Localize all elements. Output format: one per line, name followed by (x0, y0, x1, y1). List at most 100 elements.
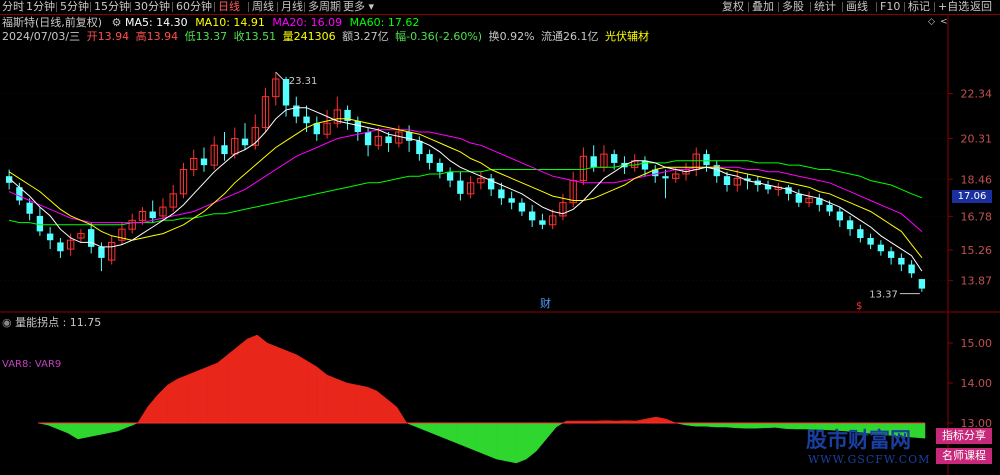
toolbar-button-0[interactable]: 复权 (722, 0, 744, 14)
candle-body[interactable] (590, 156, 597, 168)
chevron-left-icon[interactable]: < (940, 17, 948, 27)
candle-body[interactable] (703, 154, 710, 166)
candle-body[interactable] (611, 154, 618, 163)
toolbar-button-2[interactable]: 多股 (782, 0, 804, 14)
candle-body[interactable] (908, 264, 915, 274)
indicator-area (197, 366, 208, 424)
indicator-area (77, 422, 89, 440)
candle-body[interactable] (539, 220, 546, 225)
candle-body[interactable] (241, 138, 249, 146)
toolbar-separator (22, 2, 23, 12)
toolbar-button-8[interactable]: 返回 (970, 0, 992, 14)
toolbar-button-5[interactable]: F10 (880, 0, 900, 14)
toolbar-button-3[interactable]: 统计 (814, 0, 836, 14)
indicator-area (725, 422, 736, 429)
toolbar-separator (277, 2, 278, 12)
indicator-area (655, 416, 667, 424)
candle-body[interactable] (57, 242, 64, 252)
candle-body[interactable] (846, 220, 854, 230)
indicator-area (247, 334, 258, 424)
candle-body[interactable] (918, 279, 926, 289)
finance-event-marker[interactable]: 财 (540, 296, 551, 310)
candle-body[interactable] (446, 171, 454, 181)
candle-body[interactable] (416, 140, 423, 155)
indicator-area (645, 416, 657, 424)
candle-body[interactable] (877, 244, 885, 252)
candle-body[interactable] (436, 162, 444, 172)
toolbar-separator (90, 2, 91, 12)
indicator-area (506, 422, 517, 464)
candle-body[interactable] (87, 229, 95, 247)
candle-body[interactable] (457, 180, 464, 194)
toolbar-separator (934, 2, 935, 12)
period-tab-6[interactable]: 日线 (218, 0, 240, 14)
indicator-area (167, 378, 178, 424)
indicator-area (555, 422, 564, 428)
candle-body[interactable] (867, 238, 874, 245)
toolbar-separator (214, 2, 215, 12)
period-tab-8[interactable]: 月线 (281, 0, 303, 14)
period-tab-5[interactable]: 60分钟 (176, 0, 212, 14)
toolbar-button-4[interactable]: 画线 (846, 0, 868, 14)
indicator-area (376, 390, 388, 424)
candle-body[interactable] (528, 211, 536, 221)
candle-body[interactable] (898, 257, 905, 265)
candle-body[interactable] (98, 246, 105, 258)
diamond-icon[interactable]: ◇ (928, 17, 935, 27)
candle-body[interactable] (857, 229, 864, 239)
candle-body[interactable] (36, 215, 44, 232)
candle-body[interactable] (200, 158, 208, 166)
period-tab-4[interactable]: 30分钟 (134, 0, 170, 14)
candle-body[interactable] (723, 176, 731, 186)
candle-body[interactable] (836, 211, 844, 221)
dividend-marker[interactable]: $ (856, 301, 862, 312)
candle-body[interactable] (26, 202, 33, 214)
price-axis-label: 15.26 (961, 244, 993, 257)
candle-body[interactable] (46, 233, 54, 241)
indicator-area (346, 382, 358, 424)
period-tab-0[interactable]: 分时 (2, 0, 24, 14)
toolbar-separator (172, 2, 173, 12)
candle-body[interactable] (5, 176, 13, 183)
candle-body[interactable] (303, 116, 310, 124)
indicator-area (336, 378, 348, 424)
candle-body[interactable] (518, 202, 526, 212)
price-chart[interactable]: 22.34 20.31 18.46 16.78 15.26 13.87 23.31 13.37… (0, 15, 1000, 313)
indicator-area (476, 422, 487, 456)
candle-body[interactable] (508, 198, 515, 203)
candle-body[interactable] (887, 251, 895, 258)
indicator-area (516, 422, 527, 464)
candle-body[interactable] (641, 160, 649, 170)
candle-body[interactable] (354, 120, 361, 133)
candle-body[interactable] (149, 211, 156, 219)
indicator-area (237, 338, 248, 424)
period-tab-3[interactable]: 15分钟 (94, 0, 130, 14)
candle-body[interactable] (795, 193, 802, 203)
candle-body[interactable] (385, 136, 392, 144)
candle-body[interactable] (364, 132, 372, 146)
indicator-area (496, 422, 507, 462)
candle-body[interactable] (313, 123, 320, 135)
period-tab-1[interactable]: 1分钟 (26, 0, 55, 14)
candle-body[interactable] (662, 176, 669, 179)
period-tab-2[interactable]: 5分钟 (60, 0, 89, 14)
period-tab-9[interactable]: 多周期 (308, 0, 341, 14)
candle-body[interactable] (498, 189, 505, 199)
price-axis-label: 18.46 (961, 173, 993, 186)
candle-body[interactable] (426, 154, 433, 163)
toolbar-button-1[interactable]: 叠加 (752, 0, 774, 14)
indicator-area (486, 422, 497, 460)
toolbar-separator (778, 2, 779, 12)
period-toolbar: 分时 1分钟 5分钟 15分钟 30分钟 60分钟 日线 周线 月线 多周期 更多 ▾ 复权 叠加 多股统… (0, 0, 1000, 14)
period-tab-10[interactable]: 更多 ▾ (343, 0, 374, 14)
candle-body[interactable] (293, 105, 300, 117)
indicator-area (316, 366, 328, 424)
indicator-area (366, 386, 378, 424)
candle-body[interactable] (826, 204, 833, 212)
indicator-area (296, 354, 308, 424)
toolbar-button-6[interactable]: 标记 (908, 0, 930, 14)
indicator-area (785, 422, 796, 430)
candle-body[interactable] (221, 145, 228, 155)
toolbar-button-7[interactable]: +自选 (938, 0, 969, 14)
period-tab-7[interactable]: 周线 (252, 0, 274, 14)
